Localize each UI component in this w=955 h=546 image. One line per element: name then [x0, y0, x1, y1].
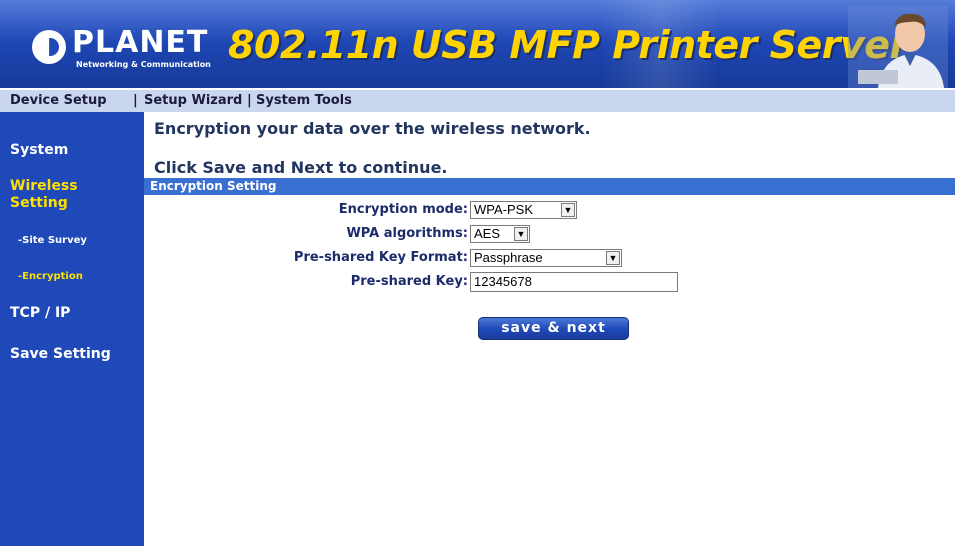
wpa-algorithms-label: WPA algorithms:	[346, 226, 468, 241]
encryption-mode-value: WPA-PSK	[474, 202, 533, 217]
pre-shared-key-label: Pre-shared Key:	[350, 274, 468, 289]
encryption-mode-label: Encryption mode:	[338, 202, 468, 217]
sidebar-item-tcp-ip[interactable]: TCP / IP	[10, 305, 70, 321]
wpa-algorithms-select[interactable]: AES ▼	[470, 225, 530, 243]
nav-system-tools[interactable]: System Tools	[256, 93, 352, 109]
sidebar-item-wireless[interactable]: Wireless	[10, 178, 78, 194]
wpa-algorithms-value: AES	[474, 226, 501, 241]
logo-globe-icon	[32, 30, 66, 64]
section-title: Encryption Setting	[150, 179, 277, 193]
section-header: Encryption Setting	[144, 178, 955, 195]
key-format-value: Passphrase	[474, 250, 543, 265]
header-banner: PLANET Networking & Communication 802.11…	[0, 0, 955, 88]
save-next-button[interactable]: save & next	[478, 317, 629, 340]
top-nav: Device Setup | Setup Wizard | System Too…	[0, 88, 955, 112]
intro-text: Encryption your data over the wireless n…	[154, 119, 591, 138]
sidebar-item-wireless-setting[interactable]: Setting	[10, 195, 68, 211]
instruction-text: Click Save and Next to continue.	[154, 158, 448, 177]
logo-subtext: Networking & Communication	[76, 60, 211, 69]
nav-separator: |	[247, 93, 252, 108]
key-format-label: Pre-shared Key Format:	[293, 250, 468, 265]
chevron-down-icon: ▼	[606, 251, 620, 265]
sidebar-item-encryption[interactable]: -Encryption	[18, 271, 83, 282]
product-title: 802.11n USB MFP Printer Server	[228, 23, 908, 67]
pre-shared-key-input[interactable]: 12345678	[470, 272, 678, 292]
person-photo-icon	[848, 6, 948, 88]
sidebar-item-system[interactable]: System	[10, 142, 68, 158]
encryption-mode-select[interactable]: WPA-PSK ▼	[470, 201, 577, 219]
chevron-down-icon: ▼	[561, 203, 575, 217]
nav-separator: |	[133, 93, 138, 108]
sidebar: System Wireless Setting -Site Survey -En…	[0, 112, 144, 546]
nav-device-setup[interactable]: Device Setup	[10, 93, 107, 109]
chevron-down-icon: ▼	[514, 227, 528, 241]
sidebar-item-save-setting[interactable]: Save Setting	[10, 346, 111, 362]
key-format-select[interactable]: Passphrase ▼	[470, 249, 622, 267]
sidebar-item-site-survey[interactable]: -Site Survey	[18, 235, 87, 246]
nav-setup-wizard[interactable]: Setup Wizard	[144, 93, 242, 109]
planet-logo: PLANET Networking & Communication	[32, 26, 211, 74]
logo-text: PLANET	[72, 25, 209, 60]
